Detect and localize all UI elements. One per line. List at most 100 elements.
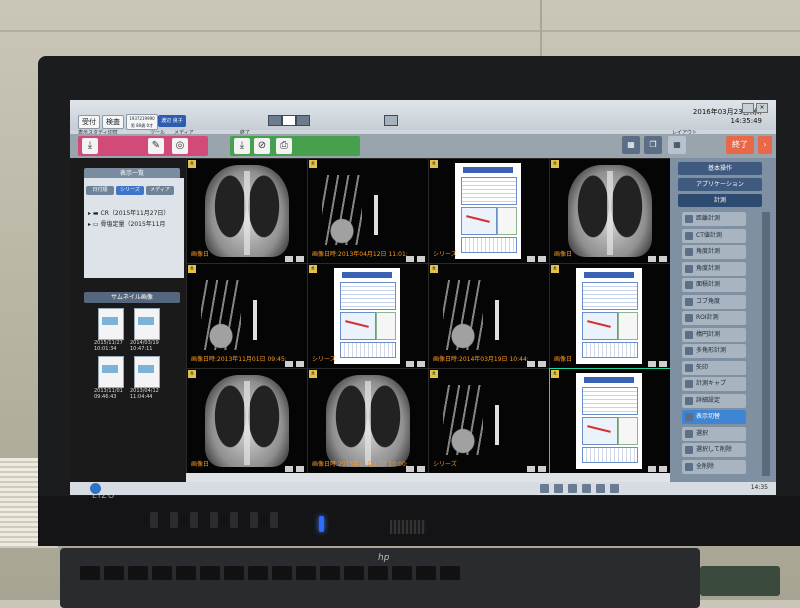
tray-icon[interactable] — [568, 484, 577, 493]
image-cell[interactable]: ñ 画像日 — [549, 263, 671, 370]
thumbnail[interactable] — [134, 356, 160, 388]
cell-tool-icon[interactable] — [417, 466, 425, 472]
layout-switch-icon[interactable]: ▦ — [622, 136, 640, 154]
cell-tool-icon[interactable] — [659, 256, 667, 262]
thumbnail[interactable] — [134, 308, 160, 340]
key — [176, 566, 196, 580]
measure-tool-item[interactable]: 選択 — [682, 426, 746, 441]
image-cell[interactable]: ñ — [549, 368, 671, 475]
key — [416, 566, 436, 580]
measure-tool-item[interactable]: 多角形計測 — [682, 344, 746, 358]
reception-button[interactable]: 受付 — [78, 115, 100, 129]
exit-button[interactable]: 終了 — [726, 136, 754, 154]
measure-tool-item[interactable]: 角度計測 — [682, 245, 746, 259]
thumbnail[interactable] — [98, 356, 124, 388]
tray-icon[interactable] — [582, 484, 591, 493]
edit-icon[interactable]: ✎ — [148, 138, 164, 154]
image-cell[interactable]: ñ シリーズ — [428, 158, 550, 265]
cell-tool-icon[interactable] — [538, 361, 546, 367]
cell-tool-icon[interactable] — [527, 256, 535, 262]
cell-tool-icon[interactable] — [406, 361, 414, 367]
cell-tool-icon[interactable] — [648, 256, 656, 262]
tab-date[interactable]: 日付順 — [86, 186, 114, 195]
measure-tool-item[interactable]: 面積計測 — [682, 278, 746, 292]
cell-tool-icon[interactable] — [527, 361, 535, 367]
cell-tool-icon[interactable] — [417, 361, 425, 367]
tray-icon[interactable] — [596, 484, 605, 493]
copy-icon[interactable]: ❐ — [644, 136, 662, 154]
thumbnail[interactable] — [98, 308, 124, 340]
image-overlay-text: 画像日時:2015年11月27日 10:00: — [312, 461, 408, 468]
tray-icon[interactable] — [554, 484, 563, 493]
layout-seg-3[interactable] — [296, 115, 310, 126]
measure-tool-item[interactable]: コブ角度 — [682, 294, 746, 309]
measure-tool-item[interactable]: 距離計測 — [682, 212, 746, 226]
image-cell[interactable]: ñ 画像日 — [186, 158, 308, 265]
report-title — [584, 377, 634, 383]
download-icon[interactable]: ⤓ — [82, 138, 98, 154]
measure-tool-item[interactable]: ROI計測 — [682, 311, 746, 325]
cell-tool-icon[interactable] — [406, 466, 414, 472]
no-entry-icon[interactable]: ⊘ — [254, 138, 270, 154]
measure-tool-item[interactable]: 楕円計測 — [682, 327, 746, 342]
image-cell[interactable]: ñ 画像日時:2013年11月01日 09:45: — [186, 263, 308, 370]
tab-media[interactable]: メディア — [146, 186, 174, 195]
image-cell[interactable]: ñ 画像日時:2013年04月12日 11:01: — [307, 158, 429, 265]
cell-tool-icon[interactable] — [296, 361, 304, 367]
image-cell[interactable]: ñ 画像日 — [186, 368, 308, 475]
cell-tool-icon[interactable] — [527, 466, 535, 472]
layout-seg-1[interactable] — [268, 115, 282, 126]
tray-icon[interactable] — [540, 484, 549, 493]
minimize-icon[interactable] — [742, 103, 754, 113]
cell-tool-icon[interactable] — [659, 361, 667, 367]
cell-tool-icon[interactable] — [417, 256, 425, 262]
measure-tool-item[interactable]: 全削除 — [682, 459, 746, 474]
measure-tool-item[interactable]: 計測キャプ — [682, 377, 746, 391]
print-icon[interactable]: ⎙ — [276, 138, 292, 154]
cell-tool-icon[interactable] — [648, 361, 656, 367]
measure-tool-item[interactable]: CT値計測 — [682, 228, 746, 243]
study-item-bmd[interactable]: ▸ ▭ 骨塩定量（2015年11月 — [88, 219, 165, 228]
bone-density-report — [576, 373, 642, 469]
cell-tool-icon[interactable] — [406, 256, 414, 262]
image-cell[interactable]: ñ 画像日時:2014年03月19日 10:44: — [428, 263, 550, 370]
basic-ops-header[interactable]: 基本操作 — [678, 162, 762, 175]
start-icon[interactable] — [90, 483, 101, 494]
media-icon[interactable]: ◎ — [172, 138, 188, 154]
cell-tool-icon[interactable] — [538, 256, 546, 262]
image-cell[interactable]: ñ シリーズ — [307, 263, 429, 370]
cell-tool-icon[interactable] — [538, 466, 546, 472]
exam-button[interactable]: 検査 — [102, 115, 124, 129]
next-icon[interactable]: › — [758, 136, 772, 154]
cell-tool-icon[interactable] — [296, 466, 304, 472]
image-icon[interactable] — [384, 115, 398, 126]
hand-xray — [443, 280, 483, 350]
cell-tool-icon[interactable] — [285, 466, 293, 472]
save-icon[interactable]: ⤓ — [234, 138, 250, 154]
cell-tool-icon[interactable] — [285, 361, 293, 367]
patient-name[interactable]: 渡辺 良子 — [158, 115, 186, 127]
tray-icon[interactable] — [610, 484, 619, 493]
measure-tool-item[interactable]: 詳細設定 — [682, 393, 746, 408]
image-cell[interactable]: ñ シリーズ — [428, 368, 550, 475]
cell-tool-icon[interactable] — [659, 466, 667, 472]
spine — [607, 171, 613, 255]
image-cell[interactable]: ñ 画像日時:2015年11月27日 10:00: — [307, 368, 429, 475]
image-cell[interactable]: ñ 画像日 — [549, 158, 671, 265]
monitor-button — [270, 512, 278, 528]
close-icon[interactable]: × — [756, 103, 768, 113]
tab-series[interactable]: シリーズ — [116, 186, 144, 195]
measure-tool-item[interactable]: 選択して削除 — [682, 443, 746, 457]
measure-tool-item[interactable]: 表示切替 — [682, 410, 746, 424]
measure-tool-item[interactable]: 矢印 — [682, 360, 746, 375]
cell-tool-icon[interactable] — [285, 256, 293, 262]
layout-seg-2[interactable] — [282, 115, 296, 126]
measure-tool-item[interactable]: 角度計測 — [682, 261, 746, 276]
measure-header[interactable]: 計測 — [678, 194, 762, 207]
right-scrollbar[interactable] — [762, 212, 770, 476]
cell-tool-icon[interactable] — [648, 466, 656, 472]
application-header[interactable]: アプリケーション — [678, 178, 762, 191]
cell-tool-icon[interactable] — [296, 256, 304, 262]
study-item-cr[interactable]: ▸ ▬ CR（2015年11月27日） — [88, 208, 169, 217]
grid-layout-icon[interactable]: ▦ — [668, 136, 686, 154]
